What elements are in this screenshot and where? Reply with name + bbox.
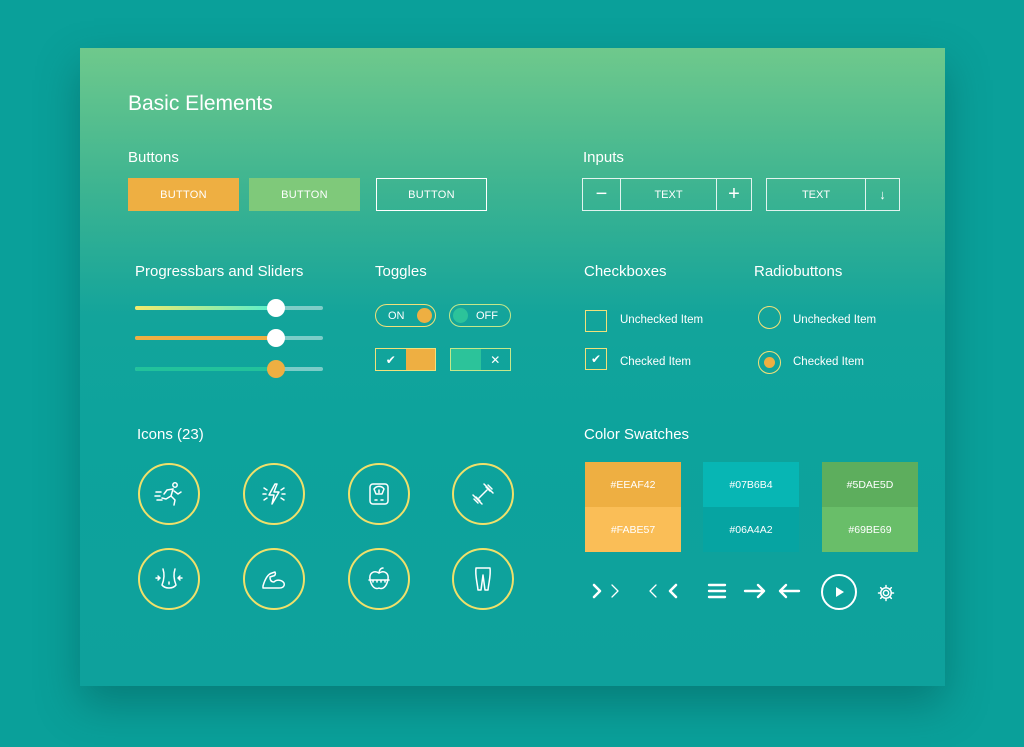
stepper-input: − TEXT + [582, 178, 752, 211]
radio-checked[interactable] [758, 351, 781, 374]
chevron-left-outline-icon[interactable] [648, 581, 684, 601]
swatch-green-top: #5DAE5D [822, 462, 918, 507]
toggle-check-knob [405, 349, 435, 370]
toggle-on[interactable]: ON [375, 304, 436, 327]
apple-measure-icon [348, 548, 410, 610]
radio-unchecked[interactable] [758, 306, 781, 329]
ui-kit-card: Basic Elements Buttons BUTTON BUTTON BUT… [80, 48, 945, 686]
hamburger-icon[interactable] [707, 582, 727, 600]
button-green[interactable]: BUTTON [249, 178, 360, 211]
slider-3[interactable] [135, 360, 323, 378]
toggles-heading: Toggles [375, 263, 427, 280]
bicep-icon [243, 548, 305, 610]
close-icon: ✕ [490, 352, 501, 367]
play-icon[interactable] [820, 573, 858, 611]
buttons-heading: Buttons [128, 149, 179, 166]
dumbbell-icon [452, 463, 514, 525]
radios-heading: Radiobuttons [754, 263, 843, 280]
button-orange[interactable]: BUTTON [128, 178, 239, 211]
toggle-off[interactable]: OFF [449, 304, 511, 327]
toggle-on-knob [417, 308, 432, 323]
toggle-check[interactable]: ✔ [375, 348, 436, 371]
progress-heading: Progressbars and Sliders [135, 263, 304, 280]
swatch-orange-bottom: #FABE57 [585, 507, 681, 552]
waist-icon [138, 548, 200, 610]
inputs-heading: Inputs [583, 149, 624, 166]
checkbox-checked-label: Checked Item [620, 356, 691, 368]
scale-icon [348, 463, 410, 525]
select-value[interactable]: TEXT [767, 179, 865, 210]
slider-1[interactable] [135, 299, 323, 317]
check-icon: ✔ [385, 352, 396, 367]
page-title: Basic Elements [128, 92, 273, 115]
chevron-right-outline-icon[interactable] [590, 581, 630, 601]
radio-unchecked-label: Unchecked Item [793, 314, 877, 326]
slider-3-handle[interactable] [267, 360, 285, 378]
icons-heading: Icons (23) [137, 426, 204, 443]
swatch-teal-top: #07B6B4 [703, 462, 799, 507]
chevron-down-icon[interactable]: ↓ [865, 179, 899, 210]
decrement-button[interactable]: − [583, 179, 620, 210]
toggle-cross[interactable]: ✕ [450, 348, 511, 371]
toggle-on-label: ON [388, 309, 405, 322]
legs-icon [452, 548, 514, 610]
slider-1-fill [135, 306, 283, 310]
slider-1-handle[interactable] [267, 299, 285, 317]
arrow-left-icon[interactable] [777, 582, 801, 600]
radio-checked-dot [764, 357, 775, 368]
slider-2-handle[interactable] [267, 329, 285, 347]
swatches-heading: Color Swatches [584, 426, 690, 443]
running-icon [138, 463, 200, 525]
swatch-orange-top: #EEAF42 [585, 462, 681, 507]
checkboxes-heading: Checkboxes [584, 263, 667, 280]
swatch-green-bottom: #69BE69 [822, 507, 918, 552]
checkbox-unchecked[interactable] [585, 310, 607, 332]
slider-2[interactable] [135, 329, 323, 347]
energy-icon [243, 463, 305, 525]
radio-checked-label: Checked Item [793, 356, 864, 368]
gear-icon[interactable] [877, 584, 895, 602]
increment-button[interactable]: + [716, 179, 751, 210]
swatch-teal-bottom: #06A4A2 [703, 507, 799, 552]
toggle-off-knob [453, 308, 468, 323]
stepper-value[interactable]: TEXT [620, 179, 716, 210]
checkbox-unchecked-label: Unchecked Item [620, 314, 704, 326]
slider-3-fill [135, 367, 283, 371]
check-icon: ✔ [590, 352, 602, 366]
toggle-off-label: OFF [476, 309, 498, 322]
button-outline[interactable]: BUTTON [376, 178, 487, 211]
toggle-cross-knob [451, 349, 481, 370]
arrow-right-icon[interactable] [743, 582, 767, 600]
slider-2-fill [135, 336, 283, 340]
checkbox-checked[interactable]: ✔ [585, 348, 607, 370]
select-input[interactable]: TEXT ↓ [766, 178, 900, 211]
